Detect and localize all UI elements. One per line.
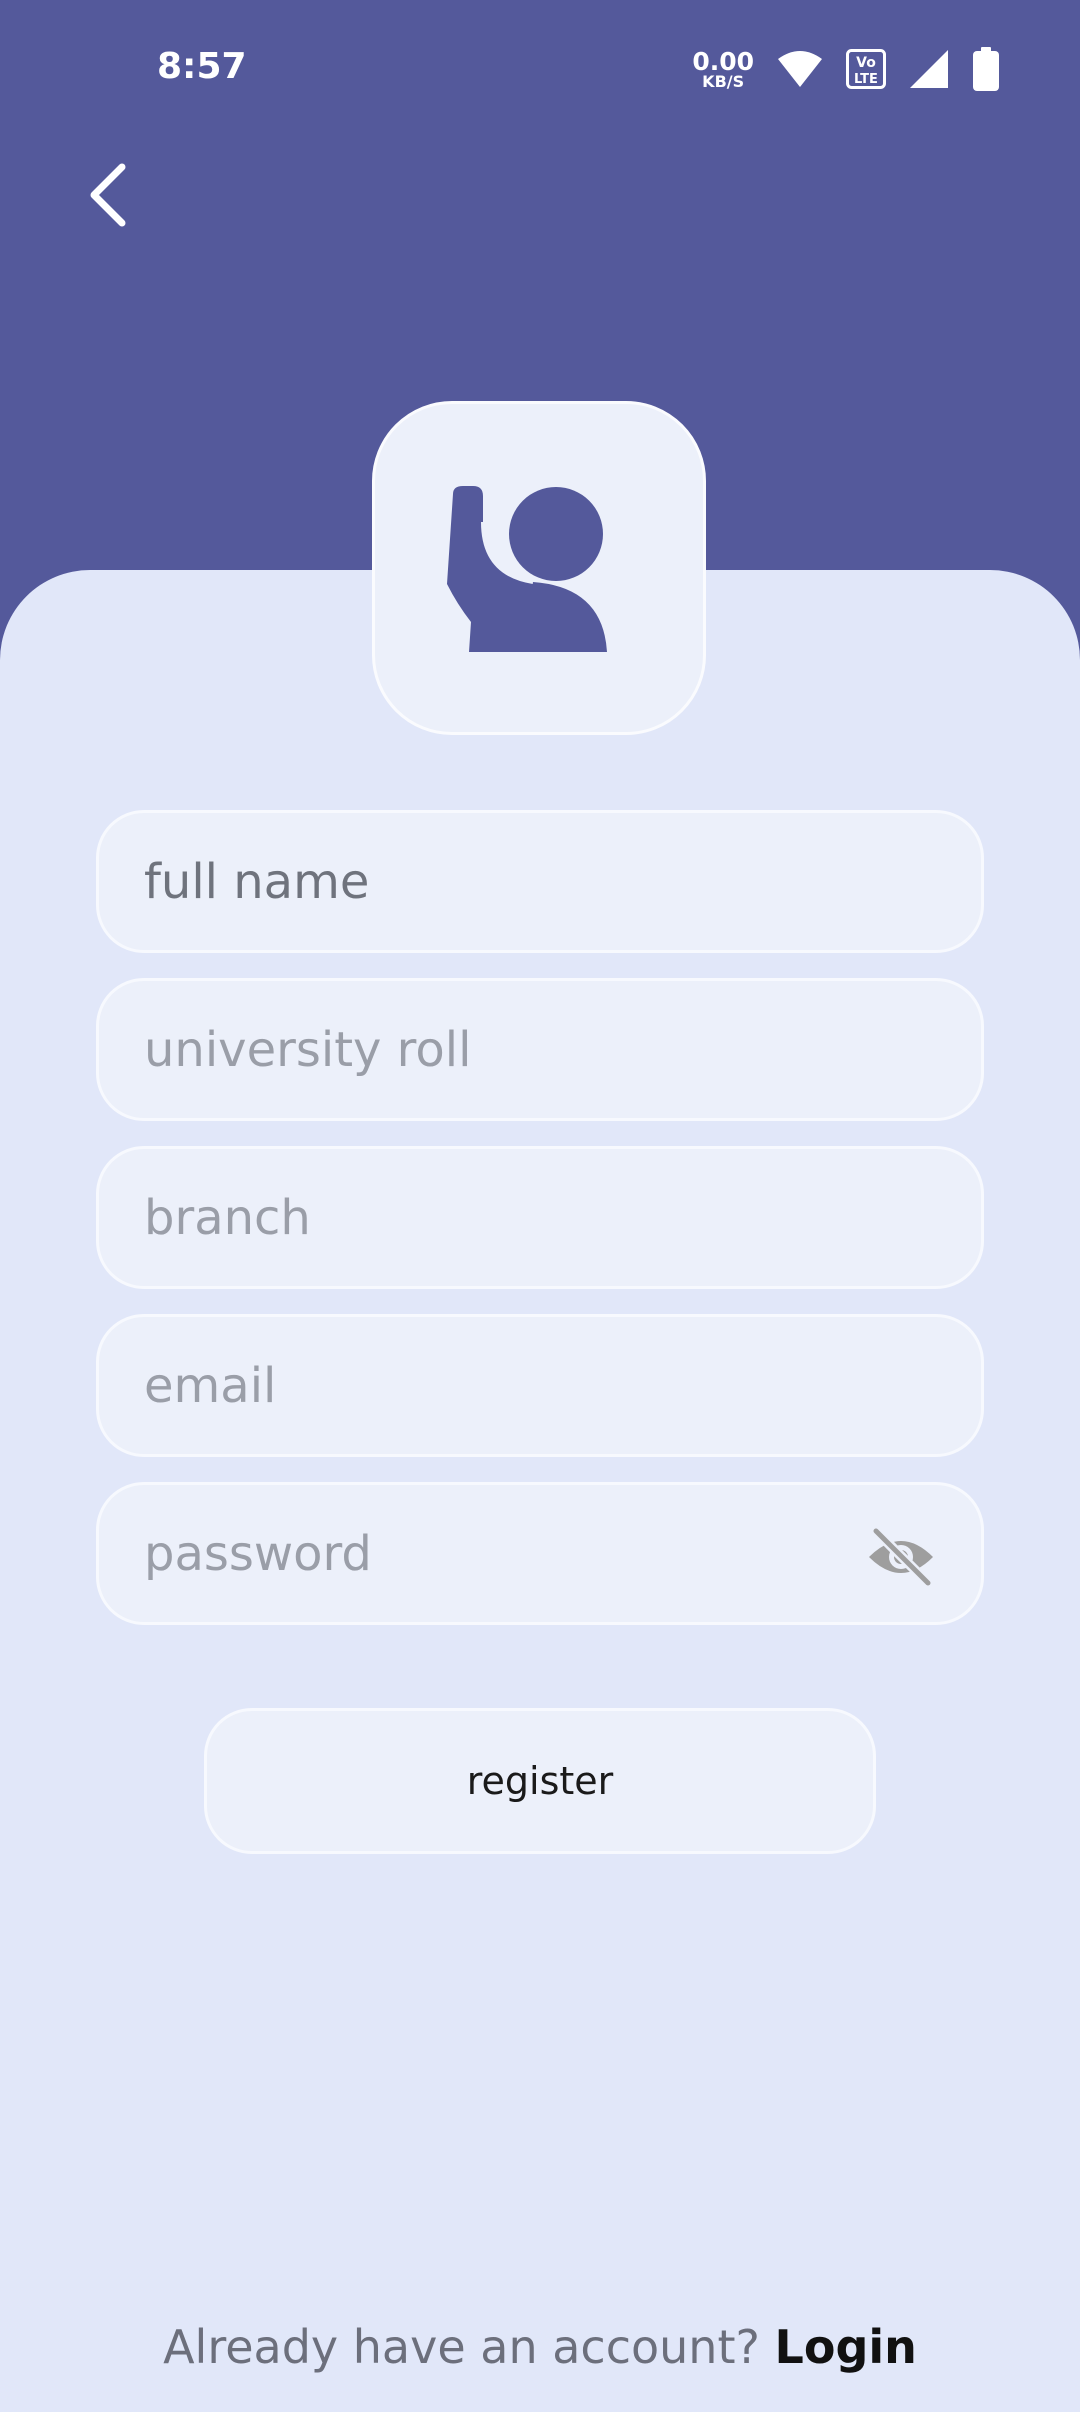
login-prompt-text: Already have an account?: [163, 2320, 760, 2374]
login-prompt: Already have an account? Login: [0, 2320, 1080, 2374]
login-link[interactable]: Login: [775, 2320, 917, 2374]
password-input[interactable]: [144, 1485, 824, 1622]
net-speed-indicator: 0.00 KB/S: [692, 49, 754, 90]
branch-field[interactable]: [96, 1146, 984, 1289]
email-field[interactable]: [96, 1314, 984, 1457]
university-roll-input[interactable]: [144, 981, 824, 1118]
volte-icon: Vo LTE: [846, 49, 886, 89]
password-field[interactable]: [96, 1482, 984, 1625]
branch-input[interactable]: [144, 1149, 824, 1286]
full-name-field[interactable]: [96, 810, 984, 953]
net-speed-value: 0.00: [692, 46, 754, 76]
volte-label-bottom: LTE: [854, 72, 878, 87]
university-roll-field[interactable]: [96, 978, 984, 1121]
volte-label-top: Vo: [856, 55, 876, 71]
raised-hand-user-icon: [447, 486, 607, 652]
chevron-left-icon: [90, 163, 126, 227]
email-input[interactable]: [144, 1317, 824, 1454]
status-time: 8:57: [157, 46, 247, 87]
back-button[interactable]: [78, 155, 138, 235]
status-icons: 0.00 KB/S Vo LTE: [692, 44, 1000, 94]
eye-off-icon[interactable]: [866, 1527, 936, 1587]
register-button[interactable]: register: [204, 1708, 876, 1854]
full-name-input[interactable]: [144, 813, 824, 950]
wifi-icon: [778, 51, 822, 87]
battery-icon: [973, 47, 999, 91]
signal-icon: [910, 50, 948, 88]
net-speed-unit: KB/S: [702, 71, 745, 91]
avatar-container: [372, 401, 706, 735]
